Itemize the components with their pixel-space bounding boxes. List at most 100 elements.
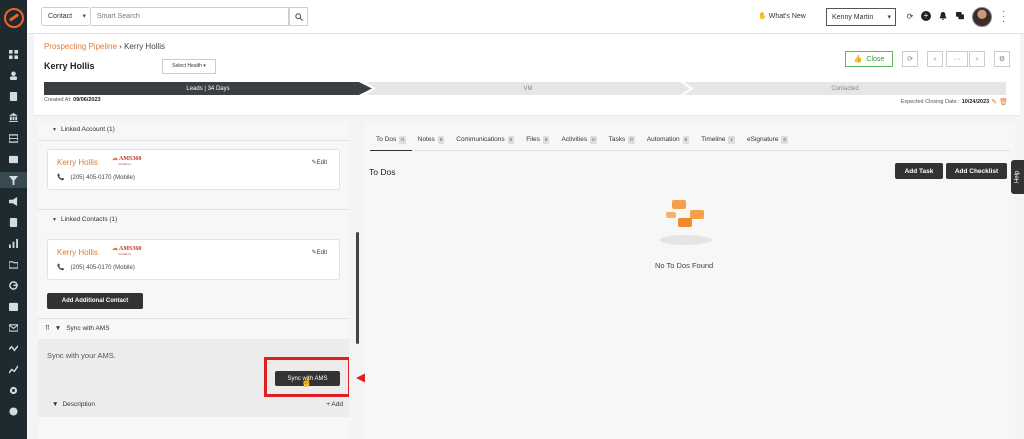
tab-automation[interactable]: Automation 0 bbox=[641, 129, 695, 151]
close-label: Close bbox=[866, 55, 885, 63]
linked-account-header[interactable]: ▼ Linked Account (1) bbox=[52, 126, 115, 133]
tab-label: Activities bbox=[561, 136, 588, 143]
phone-icon: 📞 bbox=[57, 175, 65, 181]
megaphone-icon[interactable] bbox=[0, 193, 27, 209]
pipeline-stage-leads[interactable]: Leads | 34 Days bbox=[44, 82, 372, 95]
linked-contacts-title: Linked Contacts (1) bbox=[60, 216, 118, 223]
prev-icon[interactable]: ‹ bbox=[927, 51, 943, 67]
activity-tabs: To Dos 0 Notes 0 Communications 0 Files 0 Ac… bbox=[370, 129, 1010, 151]
whats-new-label: What's New bbox=[768, 13, 806, 20]
brand-logo-icon[interactable] bbox=[3, 8, 24, 28]
settings-icon[interactable] bbox=[0, 382, 27, 398]
tab-label: Communications bbox=[456, 136, 505, 143]
plus-icon[interactable]: + bbox=[921, 11, 931, 21]
caret-down-icon: ▼ bbox=[52, 401, 59, 408]
pipeline-stage-contacted[interactable]: Contacted bbox=[684, 82, 1006, 95]
divider bbox=[38, 209, 349, 210]
mail-icon[interactable] bbox=[0, 319, 27, 335]
search-button[interactable] bbox=[289, 7, 308, 26]
tab-count-badge: 0 bbox=[507, 136, 515, 144]
more-horizontal-icon[interactable]: ··· bbox=[946, 51, 968, 67]
edit-account-button[interactable]: ✎Edit bbox=[312, 159, 327, 166]
scrollbar[interactable] bbox=[356, 232, 359, 344]
tab-tasks[interactable]: Tasks 0 bbox=[603, 129, 641, 151]
chart-icon[interactable] bbox=[0, 235, 27, 251]
activity-icon[interactable] bbox=[0, 340, 27, 356]
documents-icon[interactable] bbox=[0, 88, 27, 104]
ams360-logo: ☁AMS360 Vertafore bbox=[112, 245, 141, 256]
tab-label: eSignature bbox=[747, 136, 779, 143]
help-tab[interactable]: Help bbox=[1011, 160, 1024, 194]
right-activity-panel: To Dos 0 Notes 0 Communications 0 Files 0 Ac… bbox=[365, 122, 1015, 439]
folder-icon[interactable] bbox=[0, 256, 27, 272]
trash-icon[interactable]: 🗑 bbox=[999, 98, 1008, 106]
tab-label: Notes bbox=[417, 136, 435, 143]
phone-icon: 📞 bbox=[57, 265, 65, 271]
expected-closing-date: Expected Closing Date : 10/24/2023 ✎ 🗑 bbox=[901, 98, 1008, 106]
g-icon[interactable] bbox=[0, 277, 27, 293]
add-additional-contact-button[interactable]: Add Additional Contact bbox=[47, 293, 143, 309]
institution-icon[interactable] bbox=[0, 109, 27, 125]
next-icon[interactable]: › bbox=[969, 51, 985, 67]
tab-label: Automation bbox=[646, 136, 680, 143]
tab-communications[interactable]: Communications 0 bbox=[450, 129, 520, 151]
linked-contacts-header[interactable]: ▼ Linked Contacts (1) bbox=[52, 216, 117, 223]
tab-notes[interactable]: Notes 0 bbox=[412, 129, 451, 151]
refresh-icon[interactable]: ⟳ bbox=[905, 11, 915, 21]
chat-icon[interactable] bbox=[955, 11, 965, 21]
sync-with-ams-title: Sync with AMS bbox=[66, 324, 110, 332]
dashboard-icon[interactable] bbox=[0, 46, 27, 62]
edit-pencil-icon[interactable]: ✎ bbox=[991, 98, 997, 106]
sidebar bbox=[0, 0, 27, 439]
id-card-icon[interactable] bbox=[0, 151, 27, 167]
contact-name-link[interactable]: Kerry Hollis bbox=[57, 248, 98, 257]
caret-down-icon: ▼ bbox=[54, 324, 62, 332]
sidebar-icon-list bbox=[0, 46, 27, 419]
health-label: Select Health bbox=[172, 63, 202, 69]
created-at: Created At: 09/06/2023 bbox=[44, 97, 101, 103]
more-vertical-icon[interactable]: · · · bbox=[1002, 7, 1005, 27]
tab-to-dos[interactable]: To Dos 0 bbox=[370, 129, 412, 151]
ams360-logo: ☁AMS360 Vertafore bbox=[112, 155, 141, 166]
help-circle-icon[interactable] bbox=[0, 403, 27, 419]
whats-new-link[interactable]: ✋ What's New bbox=[758, 12, 806, 20]
close-button[interactable]: 👍 Close bbox=[845, 51, 893, 67]
drag-handle-icon[interactable]: ⠿ bbox=[45, 324, 50, 332]
tab-timeline[interactable]: Timeline 1 bbox=[695, 129, 741, 151]
description-header[interactable]: ▼ Description bbox=[52, 401, 95, 408]
smart-search-input[interactable] bbox=[91, 7, 289, 26]
add-task-button[interactable]: Add Task bbox=[895, 163, 943, 179]
pipeline-stage-vm[interactable]: VM bbox=[366, 82, 690, 95]
list-icon[interactable] bbox=[0, 214, 27, 230]
tab-count-badge: 0 bbox=[590, 136, 597, 144]
table-icon[interactable] bbox=[0, 130, 27, 146]
created-at-value: 09/06/2023 bbox=[73, 97, 101, 103]
gear-icon[interactable]: ⚙ bbox=[994, 51, 1010, 67]
section-title: To Dos bbox=[369, 167, 396, 177]
analytics-icon[interactable] bbox=[0, 361, 27, 377]
tab-files[interactable]: Files 0 bbox=[520, 129, 555, 151]
tab-label: Tasks bbox=[608, 136, 626, 143]
contacts-icon[interactable] bbox=[0, 67, 27, 83]
edit-contact-button[interactable]: ✎Edit bbox=[312, 249, 327, 256]
account-name-link[interactable]: Kerry Hollis bbox=[57, 158, 98, 167]
tab-count-badge: 0 bbox=[781, 136, 788, 144]
pointer-cursor-icon: ☝ bbox=[301, 377, 313, 387]
user-select[interactable]: Kenny Martin bbox=[826, 8, 896, 26]
sync-icon[interactable]: ⟳ bbox=[902, 51, 918, 67]
pipeline-icon[interactable] bbox=[0, 172, 27, 188]
tab-activities[interactable]: Activities 0 bbox=[555, 129, 602, 151]
add-checklist-button[interactable]: Add Checklist bbox=[946, 163, 1007, 179]
tab-count-badge: 0 bbox=[399, 136, 406, 144]
select-health-dropdown[interactable]: Select Health ▾ bbox=[162, 59, 216, 74]
contact-phone-number: (205) 405-0170 (Mobile) bbox=[70, 264, 135, 271]
breadcrumb-pipeline-link[interactable]: Prospecting Pipeline bbox=[44, 42, 117, 51]
avatar[interactable] bbox=[972, 7, 992, 27]
linked-account-title: Linked Account (1) bbox=[60, 126, 115, 133]
bell-icon[interactable] bbox=[938, 11, 948, 21]
calendar-icon[interactable] bbox=[0, 298, 27, 314]
sync-with-ams-header[interactable]: ⠿ ▼ Sync with AMS bbox=[45, 324, 110, 333]
tab-esignature[interactable]: eSignature 0 bbox=[741, 129, 794, 151]
entity-type-select[interactable]: Contact bbox=[41, 7, 91, 26]
add-description-button[interactable]: + Add bbox=[326, 401, 343, 408]
